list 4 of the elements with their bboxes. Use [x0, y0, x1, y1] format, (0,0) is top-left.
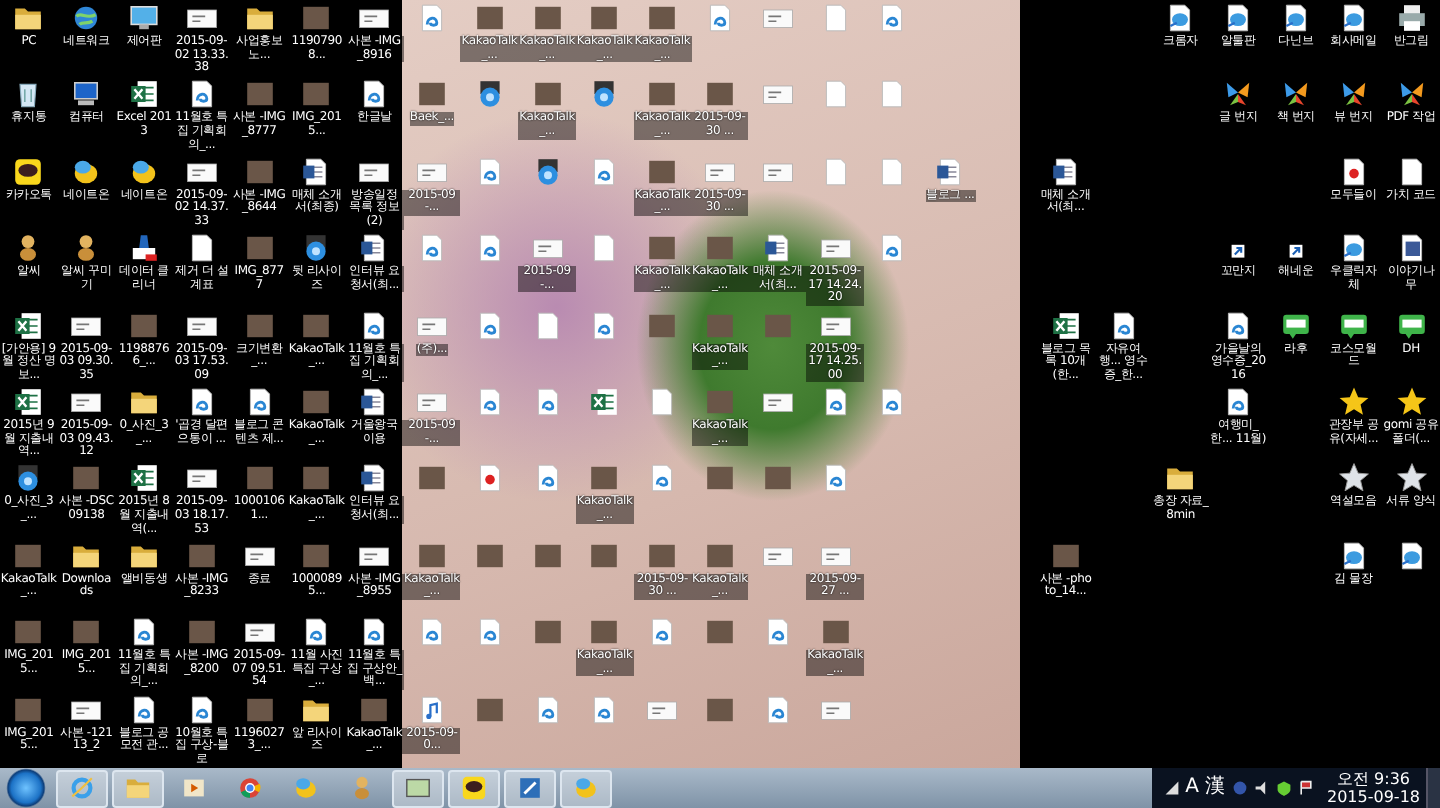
hanja-indicator[interactable]: 漢: [1205, 778, 1225, 798]
clock-time[interactable]: 오전 9:36: [1336, 770, 1410, 788]
input-mode-indicator[interactable]: A: [1185, 778, 1199, 798]
clock-date[interactable]: 2015-09-18: [1327, 788, 1420, 806]
